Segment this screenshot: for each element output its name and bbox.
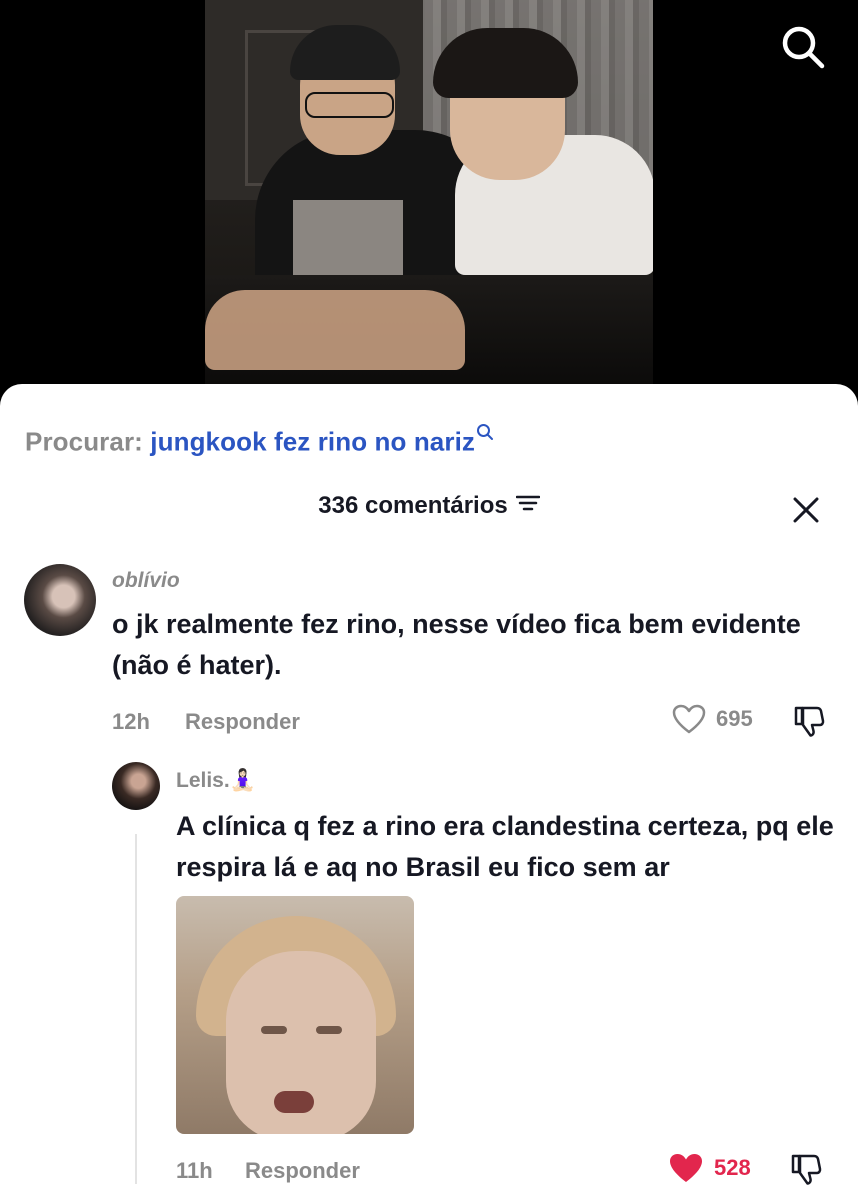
attachment-eye xyxy=(316,1026,342,1034)
like-count: 528 xyxy=(714,1155,751,1180)
video-frame[interactable] xyxy=(205,0,653,385)
search-suggestion-label: Procurar: xyxy=(25,426,143,457)
like-button[interactable]: 695 xyxy=(672,704,753,734)
reply-button[interactable]: Responder xyxy=(185,709,300,735)
heart-filled-icon xyxy=(670,1154,702,1182)
comments-count: 336 comentários xyxy=(318,492,508,519)
reply-image-attachment[interactable] xyxy=(176,896,414,1134)
video-area[interactable] xyxy=(0,0,858,400)
attachment-eye xyxy=(261,1026,287,1034)
search-suggestion[interactable]: Procurar: jungkook fez rino no nariz xyxy=(25,417,494,458)
avatar[interactable] xyxy=(24,564,96,636)
dislike-button[interactable] xyxy=(792,704,826,743)
close-button[interactable] xyxy=(790,494,822,526)
reply-button[interactable]: Responder xyxy=(245,1158,360,1184)
comments-header: 336 comentários xyxy=(0,492,858,520)
close-icon xyxy=(793,497,819,523)
attachment-mouth xyxy=(274,1091,314,1113)
comments-sheet: Procurar: jungkook fez rino no nariz 336… xyxy=(0,384,858,1200)
like-count: 695 xyxy=(716,706,753,731)
sort-icon[interactable] xyxy=(515,491,540,519)
reply-thread-line xyxy=(135,834,137,1184)
comment-timestamp: 12h xyxy=(112,709,150,734)
comment-text: o jk realmente fez rino, nesse vídeo fic… xyxy=(112,609,801,680)
video-person-right-hair xyxy=(433,28,578,98)
dislike-button[interactable] xyxy=(789,1152,823,1191)
heart-icon xyxy=(672,704,706,734)
video-glasses xyxy=(305,92,394,118)
avatar[interactable] xyxy=(112,762,160,810)
reply-username[interactable]: Lelis.🧘🏻‍♀️ xyxy=(176,769,256,793)
search-button[interactable] xyxy=(780,24,826,70)
like-button[interactable]: 528 xyxy=(668,1152,751,1184)
search-icon xyxy=(782,26,825,69)
thumbs-down-icon xyxy=(794,706,825,737)
thumbs-down-icon xyxy=(791,1154,822,1185)
comment-username[interactable]: oblívio xyxy=(112,569,180,593)
video-hands xyxy=(205,290,465,370)
reply-timestamp: 11h xyxy=(176,1158,213,1183)
search-suggestion-query[interactable]: jungkook fez rino no nariz xyxy=(150,427,475,457)
search-icon xyxy=(476,417,494,448)
reply-text: A clínica q fez a rino era clandestina c… xyxy=(176,811,834,882)
